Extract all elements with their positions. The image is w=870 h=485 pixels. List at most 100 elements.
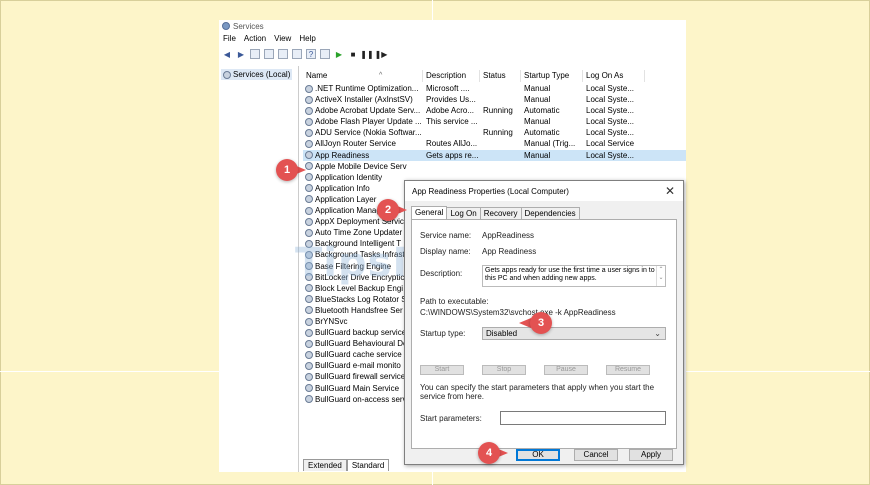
cell-log-on-as: Local Syste...: [586, 84, 635, 93]
tree-node-services-local[interactable]: Services (Local): [221, 69, 293, 80]
column-header-name[interactable]: Name ^: [303, 70, 423, 82]
close-icon[interactable]: ✕: [665, 184, 675, 198]
properties-icon[interactable]: [264, 49, 274, 59]
table-row[interactable]: Adobe Flash Player Update ... This servic…: [303, 116, 686, 127]
column-header-status[interactable]: Status: [480, 70, 521, 82]
table-row[interactable]: ActiveX Installer (AxInstSV) Provides Us.…: [303, 94, 686, 105]
gear-icon: [305, 306, 313, 315]
service-name: AllJoyn Router Service: [315, 139, 396, 149]
restart-icon[interactable]: ❚▶: [375, 49, 388, 59]
help-icon[interactable]: ?: [306, 49, 316, 59]
cell-name: AllJoyn Router Service: [305, 138, 423, 149]
cell-startup-type: Manual (Trig...: [524, 139, 576, 149]
startup-type-select[interactable]: Disabled ⌄: [482, 327, 666, 340]
table-row[interactable]: Apple Mobile Device Serv: [303, 161, 686, 172]
description-scrollbar[interactable]: ⌃ ⌄: [656, 266, 665, 286]
column-header-startup-type[interactable]: Startup Type: [521, 70, 583, 82]
cell-startup-type: Manual: [524, 150, 551, 160]
stop-button[interactable]: Stop: [482, 365, 526, 375]
cell-description: Routes AllJo...: [426, 139, 478, 149]
cell-name: ActiveX Installer (AxInstSV): [305, 94, 423, 105]
gear-icon: [305, 217, 313, 226]
cell-description: Gets apps re...: [426, 150, 479, 160]
cancel-button[interactable]: Cancel: [574, 449, 618, 461]
general-page: Service name: AppReadiness Display name:…: [411, 219, 677, 449]
table-row[interactable]: .NET Runtime Optimization... Microsoft ..…: [303, 83, 686, 94]
service-name: Application Identity: [315, 172, 383, 182]
start-params-input[interactable]: [500, 411, 666, 425]
gear-icon: [305, 173, 313, 182]
gear-icon: [305, 95, 313, 104]
stop-icon[interactable]: ■: [348, 49, 358, 59]
path-label: Path to executable:: [420, 297, 489, 306]
service-name-value: AppReadiness: [482, 231, 535, 240]
cell-description: Provides Us...: [426, 95, 476, 105]
service-name: Apple Mobile Device Serv: [315, 161, 407, 171]
column-header-description[interactable]: Description: [423, 70, 480, 82]
cell-startup-type: Automatic: [524, 106, 560, 116]
menu-file[interactable]: File: [223, 34, 236, 46]
gear-icon: [305, 228, 313, 237]
start-button[interactable]: Start: [420, 365, 464, 375]
service-name: .NET Runtime Optimization...: [315, 84, 419, 93]
export-list-icon[interactable]: [292, 49, 302, 59]
menu-view[interactable]: View: [274, 34, 291, 46]
cell-name: Adobe Acrobat Update Serv...: [305, 105, 423, 116]
pause-icon[interactable]: ❚❚: [360, 49, 373, 59]
service-name: BullGuard Behavioural De: [315, 339, 408, 349]
menu-action[interactable]: Action: [244, 34, 266, 46]
service-name-label: Service name:: [420, 231, 472, 240]
service-name: App Readiness: [315, 150, 370, 160]
ok-button[interactable]: OK: [516, 449, 560, 461]
cell-name: ADU Service (Nokia Softwar...: [305, 127, 423, 138]
cell-log-on-as: Local Syste...: [586, 95, 635, 105]
apply-button[interactable]: Apply: [629, 449, 673, 461]
chevron-down-icon: ⌄: [654, 329, 661, 338]
table-row[interactable]: ADU Service (Nokia Softwar... Running Auto…: [303, 127, 686, 138]
resume-button[interactable]: Resume: [606, 365, 650, 375]
gear-icon: [305, 206, 313, 215]
cell-status: Running: [483, 128, 513, 138]
back-arrow-icon[interactable]: ◀: [222, 49, 232, 59]
table-row[interactable]: AllJoyn Router Service Routes AllJo... Man…: [303, 138, 686, 149]
cell-startup-type: Manual: [524, 84, 551, 93]
service-name: Bluetooth Handsfree Ser: [315, 305, 403, 315]
refresh-icon[interactable]: [278, 49, 288, 59]
cell-log-on-as: Local Service: [586, 139, 635, 149]
console-tree: Services (Local): [219, 66, 299, 472]
gear-icon: [305, 295, 313, 304]
gear-icon: [305, 128, 313, 137]
tab-general[interactable]: General: [411, 206, 448, 220]
service-name: Application Info: [315, 183, 370, 193]
pause-button[interactable]: Pause: [544, 365, 588, 375]
step-2-badge: 2: [377, 199, 399, 221]
cell-startup-type: Manual: [524, 117, 551, 127]
menu-help[interactable]: Help: [299, 34, 315, 46]
step-1-badge: 1: [276, 159, 298, 181]
column-header-log-on-as[interactable]: Log On As: [583, 70, 645, 82]
toolbar: ◀ ▶ ? ▶ ■ ❚❚ ❚▶: [219, 47, 388, 61]
tab-standard[interactable]: Standard: [346, 459, 390, 471]
gear-icon: [305, 361, 313, 370]
gear-icon: [305, 184, 313, 193]
gear-icon: [305, 151, 313, 160]
table-row[interactable]: Adobe Acrobat Update Serv... Adobe Acro..…: [303, 105, 686, 116]
forward-arrow-icon[interactable]: ▶: [236, 49, 246, 59]
service-name: BullGuard cache service: [315, 350, 402, 360]
gear-icon: [223, 70, 231, 79]
play-icon[interactable]: ▶: [334, 49, 344, 59]
show-hide-icon[interactable]: [320, 49, 330, 59]
gear-icon: [305, 117, 313, 126]
services-app-icon: [222, 22, 230, 30]
description-box[interactable]: Gets apps ready for use the first time a…: [482, 265, 666, 287]
gear-icon: [305, 140, 313, 149]
service-name: Adobe Flash Player Update ...: [315, 117, 422, 127]
gear-icon: [305, 195, 313, 204]
title-bar: Services: [219, 20, 686, 32]
service-name: BullGuard e-mail monito: [315, 361, 401, 371]
table-row[interactable]: App Readiness Gets apps re... Manual Local …: [303, 149, 686, 161]
console-tree-icon[interactable]: [250, 49, 260, 59]
cell-log-on-as: Local Syste...: [586, 128, 635, 138]
gear-icon: [305, 395, 313, 404]
tab-extended[interactable]: Extended: [303, 459, 347, 471]
